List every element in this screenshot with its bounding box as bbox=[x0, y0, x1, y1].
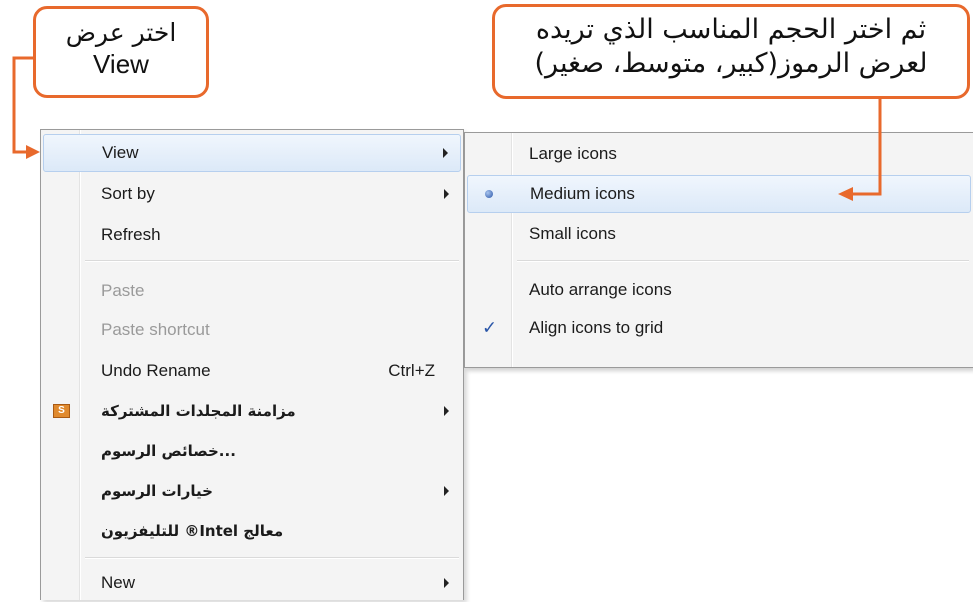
submenu-arrow-icon bbox=[443, 148, 448, 158]
callout-select-size: ثم اختر الحجم المناسب الذي تريده لعرض ال… bbox=[492, 4, 970, 99]
checkmark-icon: ✓ bbox=[482, 317, 498, 339]
submenu-arrow-icon bbox=[444, 406, 449, 416]
menu-item-refresh[interactable]: Refresh bbox=[43, 216, 461, 254]
submenu-item-align-icons-to-grid[interactable]: ✓ Align icons to grid bbox=[467, 309, 971, 347]
menu-item-graphics-options[interactable]: خيارات الرسوم bbox=[43, 472, 461, 510]
callout-select-view-line1: اختر عرض bbox=[65, 18, 177, 47]
submenu-item-large-icons-label: Large icons bbox=[529, 144, 617, 163]
submenu-item-auto-arrange-icons[interactable]: Auto arrange icons bbox=[467, 271, 971, 309]
callout-select-size-line1: ثم اختر الحجم المناسب الذي تريده bbox=[535, 14, 927, 45]
submenu-item-medium-icons-label: Medium icons bbox=[530, 184, 635, 203]
submenu-item-small-icons-label: Small icons bbox=[529, 224, 616, 243]
submenu-separator bbox=[517, 260, 969, 262]
menu-separator bbox=[85, 260, 459, 262]
callout-select-view-line2: View bbox=[93, 49, 149, 80]
menu-item-sync-shared-folders[interactable]: S مزامنة المجلدات المشتركة bbox=[43, 392, 461, 430]
menu-item-graphics-options-label: خيارات الرسوم bbox=[101, 482, 213, 500]
desktop-context-menu: View Sort by Refresh Paste Paste shortcu… bbox=[40, 129, 464, 600]
submenu-arrow-icon bbox=[444, 578, 449, 588]
radio-selected-icon bbox=[485, 190, 493, 198]
sync-shared-folders-icon: S bbox=[53, 404, 70, 418]
menu-item-new[interactable]: New bbox=[43, 564, 461, 602]
menu-item-sort-by-label: Sort by bbox=[101, 184, 155, 203]
menu-item-intel-tv-wizard[interactable]: معالج Intel® للتليفزيون bbox=[43, 512, 461, 550]
menu-item-graphics-properties[interactable]: ...خصائص الرسوم bbox=[43, 432, 461, 470]
callout-select-size-line2: لعرض الرموز(كبير، متوسط، صغير) bbox=[534, 47, 928, 79]
submenu-arrow-icon bbox=[444, 486, 449, 496]
submenu-item-large-icons[interactable]: Large icons bbox=[467, 135, 971, 173]
menu-item-sort-by[interactable]: Sort by bbox=[43, 175, 461, 213]
undo-rename-shortcut: Ctrl+Z bbox=[388, 361, 435, 380]
menu-item-paste-shortcut: Paste shortcut bbox=[43, 311, 461, 349]
menu-item-view-label: View bbox=[102, 143, 139, 162]
menu-item-view[interactable]: View bbox=[43, 134, 461, 172]
submenu-item-small-icons[interactable]: Small icons bbox=[467, 215, 971, 253]
menu-item-new-label: New bbox=[101, 573, 136, 592]
view-submenu: Large icons Medium icons Small icons Aut… bbox=[464, 132, 973, 368]
menu-item-refresh-label: Refresh bbox=[101, 225, 161, 244]
menu-item-undo-rename[interactable]: Undo Rename Ctrl+Z bbox=[43, 352, 461, 390]
menu-item-paste-shortcut-label: Paste shortcut bbox=[101, 320, 210, 339]
menu-item-paste-label: Paste bbox=[101, 281, 145, 300]
callout-select-view: اختر عرض View bbox=[33, 6, 209, 98]
menu-item-intel-tv-wizard-label: معالج Intel® للتليفزيون bbox=[101, 522, 284, 540]
menu-item-sync-shared-folders-label: مزامنة المجلدات المشتركة bbox=[101, 402, 296, 420]
menu-item-paste: Paste bbox=[43, 272, 461, 310]
submenu-item-align-icons-to-grid-label: Align icons to grid bbox=[529, 318, 664, 337]
menu-separator bbox=[85, 557, 459, 559]
submenu-arrow-icon bbox=[444, 189, 449, 199]
menu-item-graphics-properties-label: ...خصائص الرسوم bbox=[101, 442, 236, 460]
submenu-item-medium-icons[interactable]: Medium icons bbox=[467, 175, 971, 213]
menu-item-undo-rename-label: Undo Rename bbox=[101, 361, 211, 380]
submenu-item-auto-arrange-icons-label: Auto arrange icons bbox=[529, 280, 672, 299]
